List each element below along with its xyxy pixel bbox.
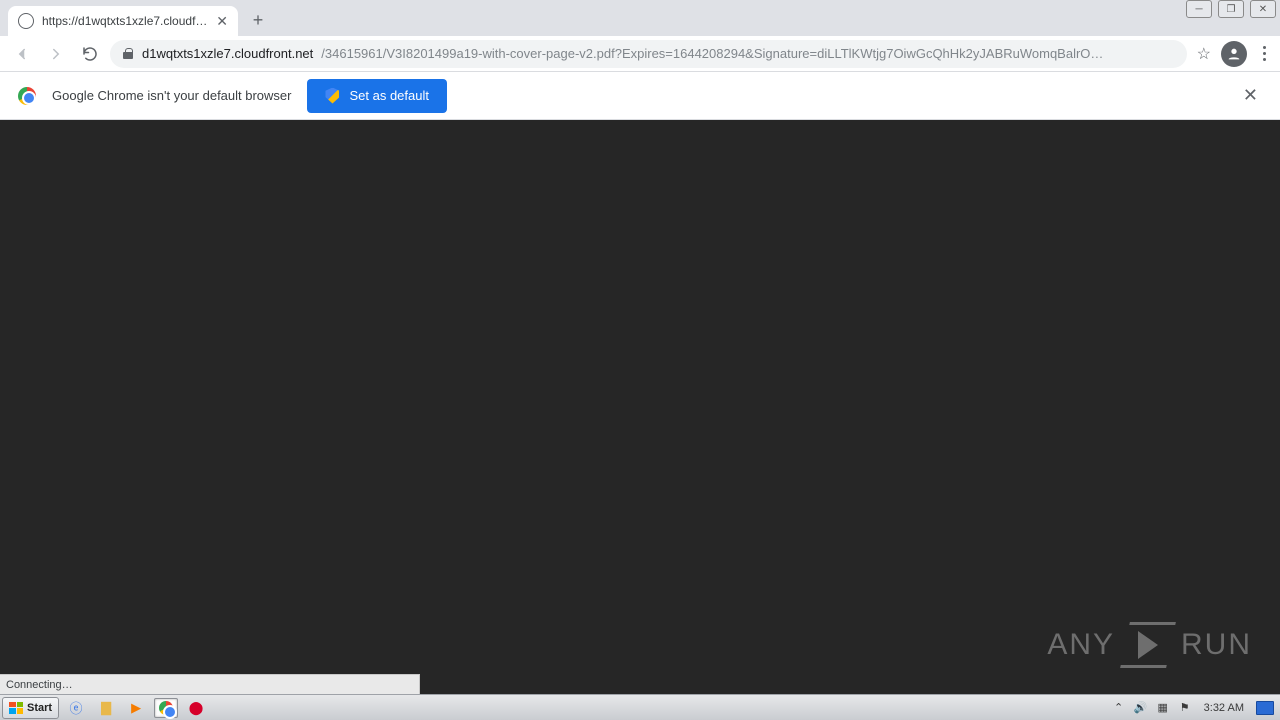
browser-toolbar: d1wqtxts1xzle7.cloudfront.net /34615961/… — [0, 36, 1280, 72]
set-as-default-label: Set as default — [349, 88, 429, 103]
tab-strip: https://d1wqtxts1xzle7.cloudfront.… ✕ + — [0, 0, 1280, 36]
forward-button[interactable] — [42, 40, 70, 68]
page-viewport — [0, 120, 1280, 694]
taskbar-opera-icon[interactable]: ⬤ — [184, 698, 208, 718]
reload-button[interactable] — [76, 40, 104, 68]
taskbar-chrome-icon[interactable] — [154, 698, 178, 718]
globe-icon — [18, 13, 34, 29]
set-as-default-button[interactable]: Set as default — [307, 79, 447, 113]
show-desktop-button[interactable] — [1256, 701, 1274, 715]
chrome-menu-button[interactable] — [1257, 46, 1272, 61]
tab-title: https://d1wqtxts1xzle7.cloudfront.… — [42, 14, 208, 28]
anyrun-watermark: ANY RUN — [1047, 622, 1252, 668]
windows-taskbar: Start ⓔ ▇ ▶ ⬤ ⌃ 🔊 ▦ ⚑ 3:32 AM — [0, 694, 1280, 720]
back-button[interactable] — [8, 40, 36, 68]
url-host: d1wqtxts1xzle7.cloudfront.net — [142, 46, 313, 61]
network-icon[interactable]: ▦ — [1156, 701, 1170, 715]
bookmark-star-icon[interactable]: ☆ — [1197, 44, 1211, 64]
taskbar-explorer-icon[interactable]: ▇ — [94, 698, 118, 718]
profile-avatar[interactable] — [1221, 41, 1247, 67]
window-minimize-button[interactable]: ─ — [1186, 0, 1212, 18]
start-label: Start — [27, 702, 52, 714]
volume-icon[interactable]: 🔊 — [1134, 701, 1148, 715]
status-bar: Connecting… — [0, 674, 420, 694]
taskbar-clock[interactable]: 3:32 AM — [1204, 702, 1244, 714]
watermark-left: ANY — [1047, 628, 1115, 662]
tray-expand-icon[interactable]: ⌃ — [1112, 701, 1126, 715]
flag-icon[interactable]: ⚑ — [1178, 701, 1192, 715]
tab-close-icon[interactable]: ✕ — [216, 13, 228, 30]
status-text: Connecting… — [6, 679, 73, 691]
default-browser-infobar: Google Chrome isn't your default browser… — [0, 72, 1280, 120]
url-path: /34615961/V3I8201499a19-with-cover-page-… — [321, 46, 1103, 61]
start-button[interactable]: Start — [2, 697, 59, 719]
play-icon — [1120, 622, 1176, 668]
infobar-close-icon[interactable]: ✕ — [1239, 81, 1262, 110]
address-bar[interactable]: d1wqtxts1xzle7.cloudfront.net /34615961/… — [110, 40, 1187, 68]
chrome-logo-icon — [18, 87, 36, 105]
watermark-right: RUN — [1181, 628, 1252, 662]
shield-icon — [325, 88, 339, 104]
infobar-message: Google Chrome isn't your default browser — [52, 88, 291, 103]
system-tray: ⌃ 🔊 ▦ ⚑ 3:32 AM — [1106, 701, 1280, 715]
taskbar-ie-icon[interactable]: ⓔ — [64, 698, 88, 718]
taskbar-media-icon[interactable]: ▶ — [124, 698, 148, 718]
new-tab-button[interactable]: + — [244, 6, 272, 34]
window-close-button[interactable]: ✕ — [1250, 0, 1276, 18]
browser-tab[interactable]: https://d1wqtxts1xzle7.cloudfront.… ✕ — [8, 6, 238, 36]
lock-icon — [122, 48, 134, 60]
windows-logo-icon — [9, 702, 23, 714]
window-maximize-button[interactable]: ❐ — [1218, 0, 1244, 18]
